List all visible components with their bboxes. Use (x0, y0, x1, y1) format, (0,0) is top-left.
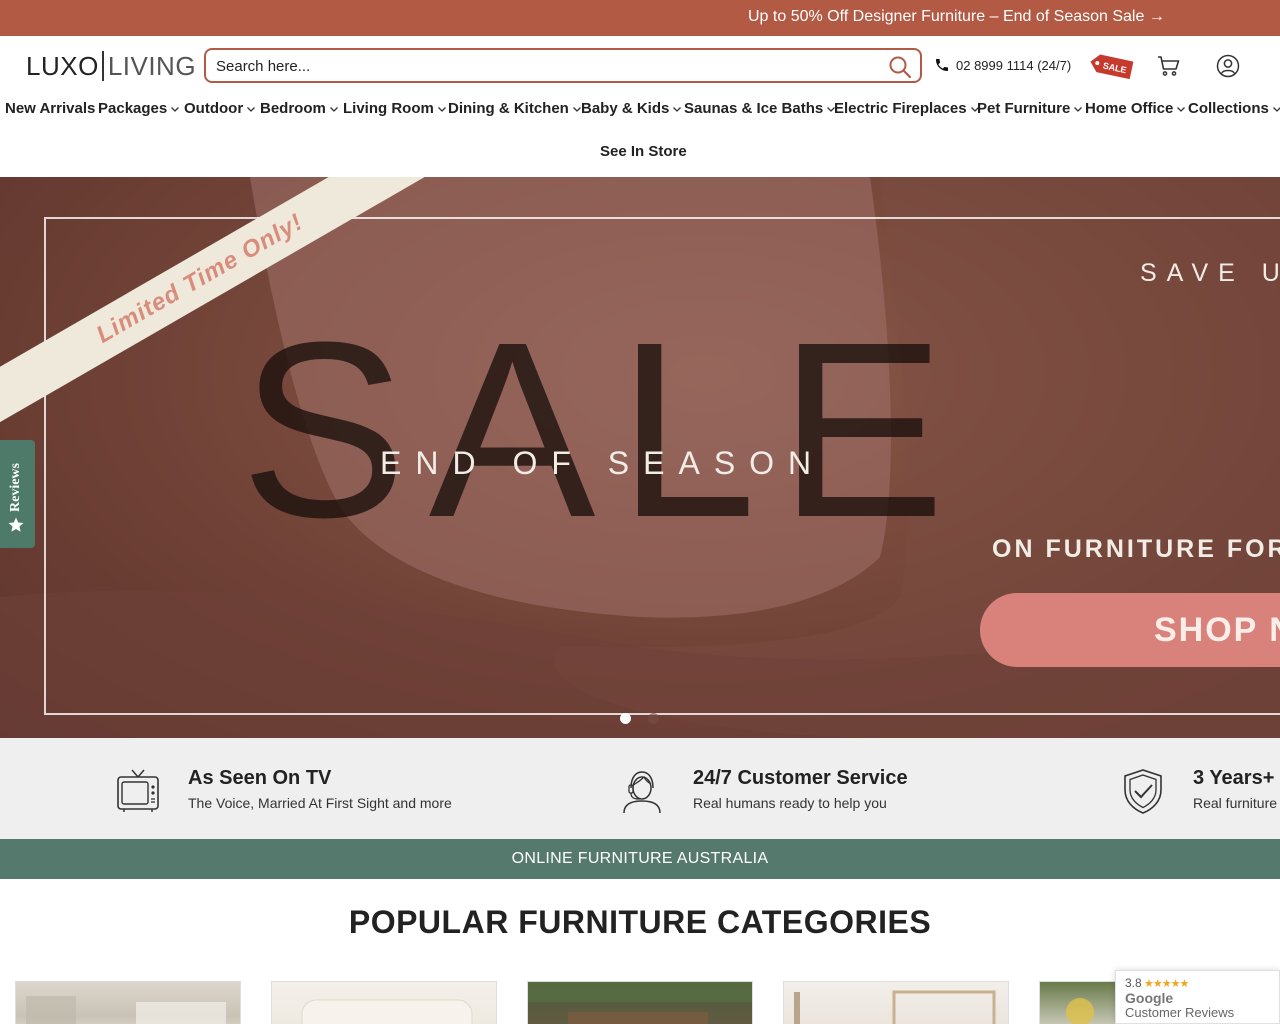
logo-divider (101, 51, 104, 81)
customer-service-icon (623, 771, 661, 814)
logo-right: LIVING (107, 50, 197, 81)
phone-number: 02 8999 1114 (24/7) (956, 57, 1072, 73)
category-image (26, 996, 226, 1024)
chevron-down-icon (437, 106, 446, 112)
feature-title: As Seen On TV (188, 767, 332, 789)
nav-item-home-office[interactable]: Home Office (1085, 100, 1186, 117)
hero-banner[interactable]: Limited Time Only! SALE END OF SEASON SA… (0, 177, 1280, 738)
categories-heading: POPULAR FURNITURE CATEGORIES (348, 904, 932, 940)
nav-item-living-room[interactable]: Living Room (343, 100, 447, 117)
google-reviews-badge[interactable]: 3.8 ★★★★★ Google Customer Reviews (1115, 970, 1280, 1024)
nav-item-pet-furniture[interactable]: Pet Furniture (977, 100, 1083, 117)
online-furniture-band: ONLINE FURNITURE AUSTRALIA (0, 839, 1280, 879)
category-card-2[interactable] (271, 981, 497, 1024)
promo-bar[interactable]: Up to 50% Off Designer Furniture – End o… (0, 0, 1280, 36)
nav-item-collections[interactable]: Collections (1188, 100, 1280, 117)
nav-item-new-arrivals[interactable]: New Arrivals (5, 100, 95, 117)
feature-subtitle: Real humans ready to help you (693, 795, 887, 811)
nav-item-saunas-ice-baths[interactable]: Saunas & Ice Baths (684, 100, 836, 117)
star-icon (8, 517, 24, 532)
nav-label: Baby & Kids (581, 100, 670, 117)
feature-title: 3 Years+ (1193, 767, 1275, 789)
chevron-down-icon (247, 106, 256, 112)
sale-tag-icon[interactable]: SALE (1088, 52, 1134, 80)
nav-label: Bedroom (260, 100, 326, 117)
phone-contact[interactable]: 02 8999 1114 (24/7) (934, 57, 1071, 73)
chevron-down-icon (673, 106, 682, 112)
chevron-down-icon (1074, 106, 1083, 112)
hero-on-furniture-text: ON FURNITURE FOR (992, 535, 1280, 563)
logo-left: LUXO (26, 50, 99, 81)
hero-sale-word: SALE (240, 290, 968, 569)
nav-label: Outdoor (184, 100, 244, 117)
nav-label: Packages (98, 100, 168, 117)
nav-label: Electric Fireplaces (834, 100, 967, 117)
account-icon[interactable] (1216, 54, 1240, 78)
nav-row: New Arrivals Packages Outdoor Bedroom Li… (0, 100, 1280, 124)
nav-label: Home Office (1085, 100, 1174, 117)
search-box (204, 48, 922, 83)
nav-item-baby-kids[interactable]: Baby & Kids (581, 100, 682, 117)
nav-item-dining-kitchen[interactable]: Dining & Kitchen (448, 100, 582, 117)
nav-label: New Arrivals (5, 100, 96, 117)
nav-label: Pet Furniture (977, 100, 1071, 117)
feature-subtitle: The Voice, Married At First Sight and mo… (188, 795, 452, 811)
nav-label: Saunas & Ice Baths (684, 100, 824, 117)
reviews-tab-label: Reviews (8, 463, 23, 512)
phone-icon (936, 59, 948, 71)
nav-item-bedroom[interactable]: Bedroom (260, 100, 339, 117)
nav-item-packages[interactable]: Packages (98, 100, 180, 117)
google-subtitle: Customer Reviews (1125, 1005, 1235, 1020)
category-card-1[interactable] (15, 981, 241, 1024)
chevron-down-icon (171, 106, 180, 112)
google-name: Google (1125, 990, 1174, 1006)
carousel-dot-1[interactable] (620, 713, 631, 724)
hero-subtitle: END OF SEASON (380, 445, 826, 481)
search-input[interactable] (216, 56, 876, 76)
google-rating: 3.8 (1125, 976, 1142, 990)
shop-now-button[interactable]: SHOP N (980, 593, 1280, 667)
chevron-down-icon (329, 106, 338, 112)
category-image (301, 999, 473, 1024)
category-image (794, 990, 996, 1024)
nav-item-electric-fireplaces[interactable]: Electric Fireplaces (834, 100, 980, 117)
features-strip: As Seen On TV The Voice, Married At Firs… (0, 738, 1280, 839)
search-icon[interactable] (888, 55, 912, 79)
category-image (528, 982, 752, 1024)
shop-now-label: SHOP N (1154, 610, 1280, 649)
logo[interactable]: LUXO LIVING (26, 51, 196, 81)
main-nav: New Arrivals Packages Outdoor Bedroom Li… (0, 96, 1280, 176)
feature-subtitle: Real furniture (1193, 795, 1278, 811)
site-header: LUXO LIVING 02 8999 1114 (24/7) SALE (0, 36, 1280, 96)
chevron-down-icon (1177, 106, 1186, 112)
band-text: ONLINE FURNITURE AUSTRALIA (511, 850, 769, 867)
category-card-3[interactable] (527, 981, 753, 1024)
chevron-down-icon (1272, 106, 1280, 112)
tv-icon (117, 769, 159, 812)
carousel-dot-2[interactable] (648, 713, 659, 724)
nav-item-see-in-store[interactable]: See In Store (600, 143, 687, 160)
google-stars: ★★★★★ (1144, 978, 1189, 990)
nav-label: Collections (1188, 100, 1269, 117)
nav-label: Living Room (343, 100, 434, 117)
shield-check-icon (1124, 769, 1162, 814)
reviews-tab[interactable]: Reviews (0, 440, 35, 548)
feature-title: 24/7 Customer Service (693, 767, 908, 789)
nav-label: Dining & Kitchen (448, 100, 569, 117)
cart-icon[interactable] (1157, 55, 1181, 77)
promo-text[interactable]: Up to 50% Off Designer Furniture – End o… (748, 8, 1165, 26)
category-card-4[interactable] (783, 981, 1009, 1024)
nav-item-outdoor[interactable]: Outdoor (184, 100, 256, 117)
hero-save-text: SAVE U (1140, 259, 1280, 287)
